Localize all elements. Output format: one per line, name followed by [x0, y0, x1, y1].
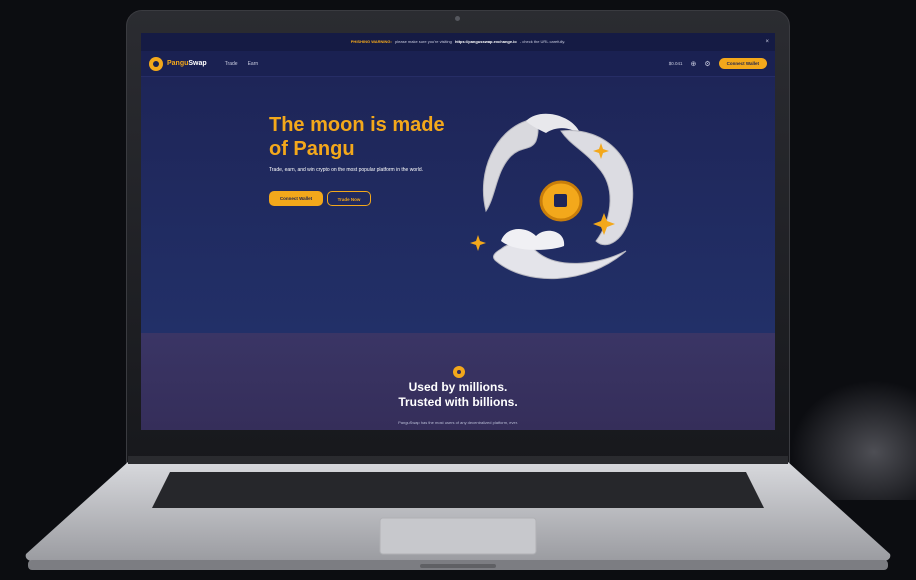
laptop-base: [25, 456, 891, 570]
webcam: [455, 16, 460, 21]
section-heading-line1: Used by millions.: [408, 380, 508, 394]
trade-now-button[interactable]: Trade Now: [327, 191, 371, 206]
pangu-coin-icon: [453, 366, 465, 378]
token-price: $0.041: [668, 61, 683, 66]
phishing-warning-text-end: - check the URL carefully.: [519, 39, 566, 44]
laptop-hinge: [128, 456, 788, 464]
section-caption: PanguSwap has the most users of any dece…: [398, 420, 518, 425]
section-heading-line2: Trusted with billions.: [398, 395, 518, 409]
laptop-screen: PHISHING WARNING: please make sure you'r…: [141, 33, 775, 430]
sparkle-left: [470, 235, 486, 251]
nav-link-earn[interactable]: Earn: [248, 61, 259, 67]
hero-subtitle: Trade, earn, and win crypto on the most …: [269, 167, 424, 173]
top-navbar: PanguSwap Trade Earn $0.041 ⊕ ⚙ Connect …: [141, 51, 775, 77]
connect-wallet-nav-button[interactable]: Connect Wallet: [718, 58, 767, 69]
cloud-swirl-left: [482, 119, 539, 213]
moon-coin-illustration: [470, 113, 634, 280]
close-icon[interactable]: ×: [765, 33, 769, 51]
cloud-swirl-bottom: [493, 242, 627, 280]
coin-square-hole: [554, 194, 567, 207]
phishing-warning-label: PHISHING WARNING:: [350, 39, 392, 44]
trackpad: [379, 517, 537, 555]
nav-link-trade[interactable]: Trade: [225, 61, 238, 67]
phishing-warning-banner: PHISHING WARNING: please make sure you'r…: [141, 33, 775, 51]
connect-wallet-button[interactable]: Connect Wallet: [269, 191, 323, 206]
keyboard: [152, 472, 764, 508]
globe-icon[interactable]: ⊕: [691, 60, 697, 68]
open-notch: [420, 564, 496, 568]
brand-name[interactable]: PanguSwap: [167, 60, 207, 67]
pangu-logo-icon[interactable]: [149, 56, 163, 71]
phishing-warning-url: https://pangusswap.exchange.io: [454, 39, 517, 44]
phishing-warning-text: please make sure you're visiting: [395, 39, 452, 44]
hero-title: The moon is made of Pangu: [269, 114, 445, 160]
gear-icon[interactable]: ⚙: [704, 60, 710, 68]
